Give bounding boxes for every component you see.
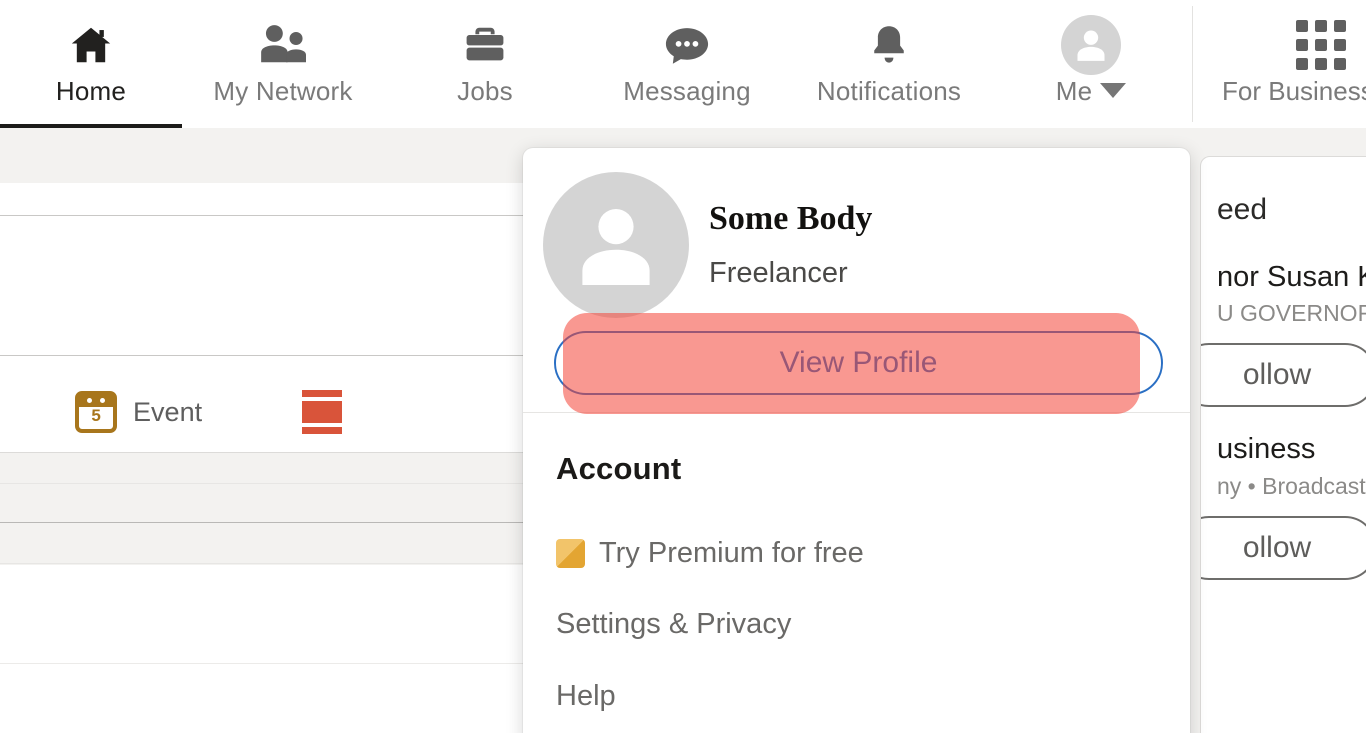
nav-label-home: Home: [55, 76, 127, 106]
grid-apps-icon: [1296, 14, 1346, 76]
avatar-icon: [1060, 14, 1122, 76]
nav-item-me[interactable]: Me: [990, 0, 1192, 128]
me-dropdown-panel: Some Body Freelancer View Profile Accoun…: [523, 148, 1190, 733]
suggested-entity-name: usiness: [1217, 433, 1316, 466]
profile-headline: Freelancer: [709, 257, 848, 290]
dropdown-divider: [523, 412, 1190, 413]
composer-divider-top: [0, 215, 547, 216]
menu-item-try-premium[interactable]: Try Premium for free: [556, 518, 1156, 588]
dropdown-profile-header: Some Body Freelancer: [523, 148, 1190, 318]
nav-label-messaging: Messaging: [623, 76, 751, 106]
suggested-entity-2: usiness ny • Broadcast ollow: [1201, 407, 1366, 580]
menu-item-settings-privacy[interactable]: Settings & Privacy: [556, 588, 1156, 660]
menu-item-help[interactable]: Help: [556, 660, 1156, 732]
add-to-feed-panel: eed nor Susan K U GOVERNOR ollow usiness…: [1200, 156, 1366, 733]
menu-item-label: Try Premium for free: [599, 536, 864, 569]
nav-vertical-divider: [1192, 6, 1193, 122]
composer-divider-mid: [0, 355, 547, 356]
briefcase-icon: [454, 14, 516, 76]
nav-item-messaging[interactable]: Messaging: [586, 0, 788, 128]
people-icon: [252, 14, 314, 76]
nav-item-list: Home My Network Jobs Messaging Notificat…: [0, 0, 1192, 128]
nav-label-jobs: Jobs: [457, 76, 513, 106]
view-profile-button[interactable]: View Profile: [554, 331, 1163, 395]
nav-label-for-business: For Business: [1222, 76, 1366, 106]
nav-item-for-business[interactable]: For Business: [1222, 14, 1366, 104]
calendar-icon: 5: [75, 391, 118, 433]
chat-bubble-icon: [656, 14, 718, 76]
nav-item-notifications[interactable]: Notifications: [788, 0, 990, 128]
nav-label-me: Me: [1055, 76, 1093, 106]
account-section-title: Account: [556, 451, 682, 486]
add-to-feed-title: eed: [1217, 193, 1268, 226]
home-icon: [60, 14, 122, 76]
composer-event-label: Event: [133, 396, 203, 427]
suggested-entity-name: nor Susan K: [1217, 261, 1366, 293]
nav-item-jobs[interactable]: Jobs: [384, 0, 586, 128]
write-article-icon: [302, 390, 343, 434]
bell-icon: [858, 14, 920, 76]
nav-label-my-network: My Network: [213, 76, 353, 106]
composer-action-write-article[interactable]: [302, 390, 343, 434]
feed-post-card: [0, 565, 548, 733]
menu-item-label: Help: [556, 679, 616, 712]
nav-item-my-network[interactable]: My Network: [182, 0, 384, 128]
suggested-entity-subtitle: ny • Broadcast: [1217, 472, 1366, 499]
calendar-day-number: 5: [91, 406, 101, 425]
top-navigation-bar: Home My Network Jobs Messaging Notificat…: [0, 0, 1366, 128]
screen-root: eo 5 Event eed nor Susan: [0, 0, 1366, 733]
post-composer-card: eo 5 Event: [0, 183, 548, 453]
avatar-placeholder-icon: [543, 172, 689, 318]
follow-button-1[interactable]: ollow: [1201, 343, 1366, 408]
active-nav-underline: [0, 124, 182, 128]
suggested-entity-1: nor Susan K U GOVERNOR ollow: [1201, 227, 1366, 408]
feed-spacer: [0, 483, 548, 565]
nav-label-notifications: Notifications: [816, 76, 962, 106]
profile-name: Some Body: [709, 200, 873, 237]
suggested-entity-subtitle: U GOVERNOR: [1217, 300, 1366, 327]
account-menu-list: Try Premium for free Settings & Privacy …: [556, 518, 1156, 732]
composer-action-row: eo 5 Event: [0, 373, 547, 451]
premium-badge-icon: [556, 538, 585, 568]
composer-action-event[interactable]: 5 Event: [75, 391, 202, 433]
nav-item-home[interactable]: Home: [0, 0, 182, 128]
menu-item-label: Settings & Privacy: [556, 607, 792, 640]
chevron-down-icon: [1100, 82, 1127, 98]
follow-button-2[interactable]: ollow: [1201, 515, 1366, 580]
